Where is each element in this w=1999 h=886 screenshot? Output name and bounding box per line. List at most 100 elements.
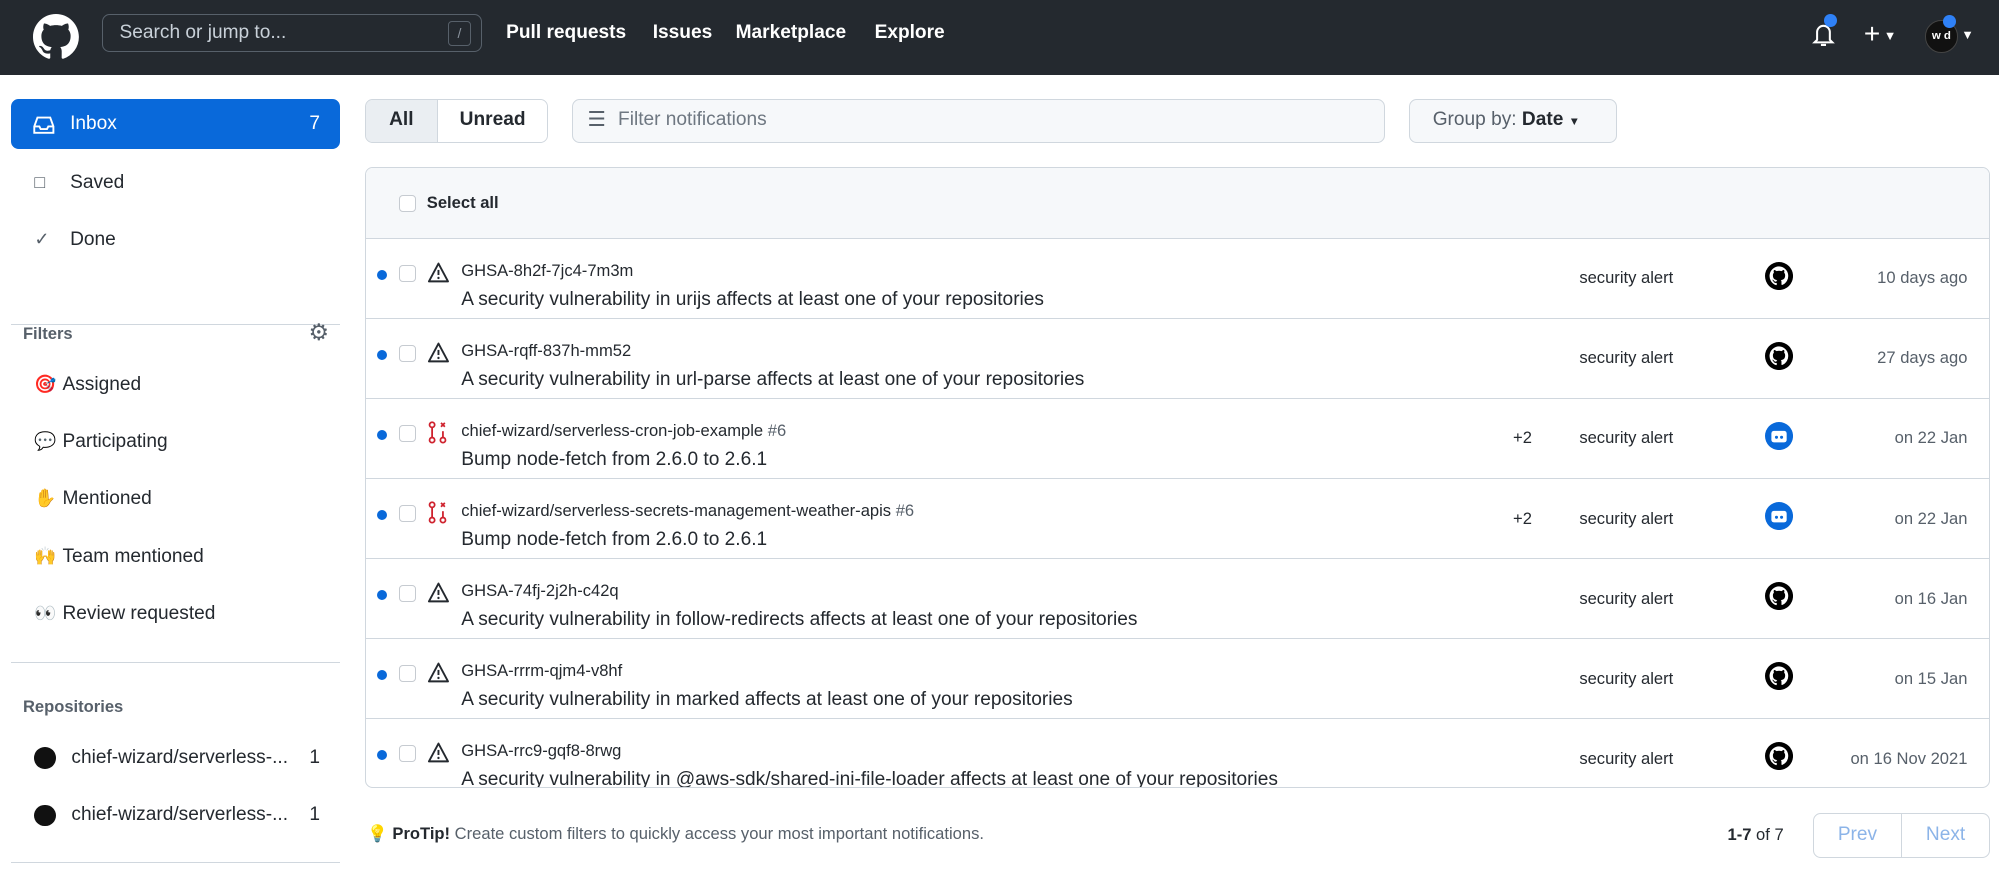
notification-row[interactable]: chief-wizard/serverless-cron-job-example… xyxy=(365,399,1990,480)
plus-icon: + xyxy=(1863,17,1881,49)
repo-avatar xyxy=(34,747,57,769)
notification-reason: security alert xyxy=(1579,588,1674,608)
range: 1-7 xyxy=(1727,824,1752,844)
row-checkbox[interactable] xyxy=(398,344,417,362)
notification-reason: security alert xyxy=(1579,508,1674,528)
sidebar-filter-review-requested[interactable]: 👀 Review requested xyxy=(34,603,215,625)
sidebar-repo-item[interactable]: chief-wizard/serverless-... 1 xyxy=(34,804,320,827)
repo-or-id: GHSA-rrc9-gqf8-8rwg xyxy=(461,740,622,760)
notification-date: on 16 Jan xyxy=(1894,588,1968,608)
notification-row[interactable]: GHSA-74fj-2j2h-c42q A security vulnerabi… xyxy=(365,559,1990,640)
sidebar-filter-participating[interactable]: 💬 Participating xyxy=(34,431,167,453)
prev-button[interactable]: Prev xyxy=(1814,814,1903,857)
notification-subject[interactable]: A security vulnerability in url-parse af… xyxy=(461,369,1084,391)
sidebar-item-inbox[interactable]: Inbox 7 xyxy=(11,99,341,150)
row-checkbox[interactable] xyxy=(398,264,417,282)
done-label: Done xyxy=(70,229,116,251)
pull-request-closed-icon xyxy=(427,501,450,524)
select-all-checkbox[interactable] xyxy=(398,194,417,213)
repo-avatar xyxy=(34,804,57,827)
group-by-label: Group by: xyxy=(1432,109,1517,131)
unread-dot xyxy=(377,509,388,520)
sidebar-filter-mentioned[interactable]: ✋ Mentioned xyxy=(34,488,151,510)
row-checkbox[interactable] xyxy=(398,744,417,763)
nav-marketplace[interactable]: Marketplace xyxy=(736,22,846,44)
repo-name: chief-wizard/serverless-... xyxy=(71,747,289,769)
nav-explore[interactable]: Explore xyxy=(875,22,945,44)
notification-date: 27 days ago xyxy=(1877,348,1968,368)
repo-count: 1 xyxy=(309,804,320,826)
notifications-list: Select all GHSA-8h2f-7jc4-7m3m A securit… xyxy=(364,167,1991,788)
next-button[interactable]: Next xyxy=(1902,814,1989,857)
top-header: Search or jump to... / Pull requests Issu… xyxy=(0,0,1999,76)
notification-date: on 16 Nov 2021 xyxy=(1850,748,1968,768)
protip-label: ProTip! xyxy=(392,823,451,843)
sidebar-repo-item[interactable]: chief-wizard/serverless-... 1 xyxy=(34,747,320,769)
row-checkbox[interactable] xyxy=(398,504,417,522)
inbox-label: Inbox xyxy=(70,113,117,135)
row-checkbox[interactable] xyxy=(398,424,417,442)
group-by-dropdown[interactable]: Group by: Date ▼ xyxy=(1408,99,1617,143)
row-checkbox[interactable] xyxy=(398,664,417,683)
nav-pull-requests[interactable]: Pull requests xyxy=(506,22,626,44)
notification-reason: security alert xyxy=(1579,748,1674,768)
dependabot-avatar-icon xyxy=(1765,422,1794,451)
notification-title: chief-wizard/serverless-cron-job-example… xyxy=(461,421,786,441)
sidebar-item-done[interactable]: ✓ Done xyxy=(34,229,115,251)
search-input[interactable]: Search or jump to... / xyxy=(101,14,482,53)
search-placeholder: Search or jump to... xyxy=(119,22,287,44)
unread-dot xyxy=(377,349,388,360)
bookmark-icon: □ xyxy=(34,172,46,193)
eyes-icon: 👀 xyxy=(34,603,57,624)
sidebar-filter-team-mentioned[interactable]: 🙌 Team mentioned xyxy=(34,546,203,568)
repo-or-id: GHSA-rrrm-qjm4-v8hf xyxy=(461,660,623,680)
notification-row[interactable]: chief-wizard/serverless-secrets-manageme… xyxy=(365,479,1990,560)
pagination: Prev Next xyxy=(1812,813,1991,858)
unread-dot xyxy=(377,589,388,601)
notification-subject[interactable]: A security vulnerability in @aws-sdk/sha… xyxy=(461,769,1278,787)
caret-down-icon: ▼ xyxy=(1880,27,1897,43)
create-new-button[interactable]: + ▼ xyxy=(1864,18,1897,50)
notification-subject[interactable]: A security vulnerability in marked affec… xyxy=(461,689,1072,711)
notification-subject[interactable]: Bump node-fetch from 2.6.0 to 2.6.1 xyxy=(461,449,767,471)
notification-row[interactable]: GHSA-8h2f-7jc4-7m3m A security vulnerabi… xyxy=(365,239,1990,320)
notification-row[interactable]: GHSA-rqff-837h-mm52 A security vulnerabi… xyxy=(365,319,1990,400)
sidebar-item-saved[interactable]: □ Saved xyxy=(34,172,124,194)
notification-title: GHSA-74fj-2j2h-c42q xyxy=(461,581,618,601)
tab-all[interactable]: All xyxy=(365,100,438,142)
repo-or-id: GHSA-74fj-2j2h-c42q xyxy=(461,580,619,600)
notification-row[interactable]: GHSA-rrrm-qjm4-v8hf A security vulnerabi… xyxy=(365,639,1990,720)
row-checkbox[interactable] xyxy=(398,584,417,603)
sidebar-filter-assigned[interactable]: 🎯 Assigned xyxy=(34,374,141,396)
notification-row[interactable]: GHSA-rrc9-gqf8-8rwg A security vulnerabi… xyxy=(366,719,1989,787)
notification-title: GHSA-rqff-837h-mm52 xyxy=(461,341,631,361)
notification-subject[interactable]: Bump node-fetch from 2.6.0 to 2.6.1 xyxy=(461,529,767,551)
notification-date: on 15 Jan xyxy=(1894,668,1968,688)
gear-icon[interactable]: ⚙ xyxy=(309,319,330,346)
notifications-button[interactable] xyxy=(1811,14,1838,50)
select-all-label: Select all xyxy=(426,193,499,213)
user-menu-button[interactable]: w d ▼ xyxy=(1925,15,1974,53)
dependabot-avatar-icon xyxy=(1765,502,1794,531)
notification-title: GHSA-rrrm-qjm4-v8hf xyxy=(461,661,622,681)
speech-bubble-icon: 💬 xyxy=(34,430,57,451)
repo-count: 1 xyxy=(309,747,320,769)
github-avatar-icon xyxy=(1765,742,1794,771)
filter-notifications-input[interactable]: ☰ Filter notifications xyxy=(572,99,1385,143)
notification-reason: security alert xyxy=(1579,348,1674,368)
notification-date: on 22 Jan xyxy=(1894,428,1968,448)
caret-down-icon: ▼ xyxy=(1568,116,1581,129)
nav-issues[interactable]: Issues xyxy=(653,22,713,44)
github-logo-icon[interactable] xyxy=(33,14,80,60)
notification-subject[interactable]: A security vulnerability in urijs affect… xyxy=(461,289,1044,311)
protip-text: Create custom filters to quickly access … xyxy=(454,823,984,843)
github-avatar-icon xyxy=(1765,342,1794,371)
tab-unread[interactable]: Unread xyxy=(438,100,548,142)
notification-date: on 22 Jan xyxy=(1894,508,1968,528)
notification-title: GHSA-rrc9-gqf8-8rwg xyxy=(461,741,621,761)
protip: 💡 ProTip! Create custom filters to quick… xyxy=(367,824,984,844)
notification-subject[interactable]: A security vulnerability in follow-redir… xyxy=(461,609,1137,631)
repo-or-id: chief-wizard/serverless-cron-job-example xyxy=(461,420,764,440)
unread-indicator xyxy=(1824,14,1838,27)
pagination-range: 1-7 of 7 xyxy=(1727,825,1783,845)
